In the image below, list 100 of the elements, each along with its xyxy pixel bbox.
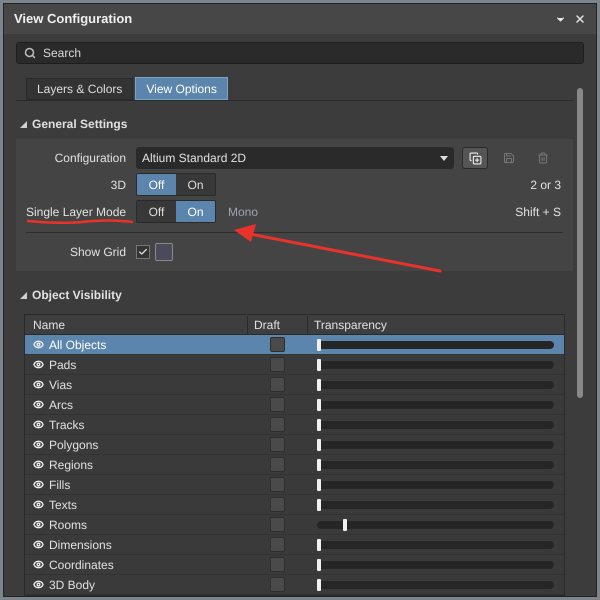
- eye-icon[interactable]: [33, 379, 44, 390]
- collapse-triangle-icon[interactable]: [20, 120, 27, 128]
- slider-thumb[interactable]: [317, 398, 321, 410]
- slider-thumb[interactable]: [317, 558, 321, 570]
- table-row[interactable]: Vias: [25, 375, 564, 395]
- grid-color-swatch[interactable]: [155, 243, 173, 261]
- slider-thumb[interactable]: [317, 338, 321, 350]
- draft-checkbox[interactable]: [270, 397, 284, 412]
- slider-thumb[interactable]: [317, 458, 321, 470]
- transparency-slider[interactable]: [317, 400, 554, 408]
- section-title: General Settings: [32, 116, 128, 133]
- eye-icon[interactable]: [33, 459, 44, 470]
- table-row[interactable]: Coordinates: [25, 555, 564, 575]
- object-name: Polygons: [49, 436, 98, 454]
- column-header[interactable]: Transparency: [307, 316, 564, 334]
- dropdown-value: Altium Standard 2D: [142, 150, 248, 167]
- tab[interactable]: View Options: [135, 77, 228, 100]
- object-name: Texts: [49, 496, 78, 514]
- eye-icon[interactable]: [33, 399, 44, 410]
- eye-icon[interactable]: [33, 539, 44, 550]
- window-title: View Configuration: [14, 10, 132, 28]
- transparency-slider[interactable]: [317, 360, 554, 368]
- slider-thumb[interactable]: [317, 478, 321, 490]
- draft-checkbox[interactable]: [270, 557, 284, 572]
- transparency-slider[interactable]: [317, 500, 554, 508]
- eye-icon[interactable]: [33, 559, 44, 570]
- toggle-option[interactable]: Off: [137, 174, 176, 195]
- table-row[interactable]: Arcs: [25, 395, 564, 415]
- scrollbar-thumb[interactable]: [577, 88, 583, 398]
- add-copy-icon: [468, 152, 482, 164]
- object-name: All Objects: [49, 336, 106, 354]
- tab[interactable]: Layers & Colors: [26, 78, 134, 100]
- draft-checkbox[interactable]: [270, 477, 284, 492]
- transparency-slider[interactable]: [317, 560, 554, 568]
- object-name: Tracks: [49, 416, 85, 434]
- object-name: Vias: [49, 376, 72, 394]
- slider-thumb[interactable]: [317, 358, 321, 370]
- draft-checkbox[interactable]: [270, 437, 284, 452]
- draft-checkbox[interactable]: [270, 337, 284, 352]
- table-row[interactable]: Tracks: [25, 415, 564, 435]
- section-title: Object Visibility: [32, 287, 122, 304]
- draft-checkbox[interactable]: [270, 577, 284, 592]
- transparency-slider[interactable]: [317, 580, 554, 588]
- close-icon[interactable]: [574, 13, 586, 25]
- eye-icon[interactable]: [33, 479, 44, 490]
- eye-icon[interactable]: [33, 499, 44, 510]
- slider-thumb[interactable]: [317, 378, 321, 390]
- field-label: Configuration: [54, 150, 127, 167]
- table-row[interactable]: 3D Body: [25, 575, 564, 595]
- table-row[interactable]: Dimensions: [25, 535, 564, 555]
- transparency-slider[interactable]: [317, 480, 554, 488]
- trash-icon: [537, 152, 549, 164]
- draft-checkbox[interactable]: [270, 517, 284, 532]
- object-name: Dimensions: [49, 536, 112, 554]
- draft-checkbox[interactable]: [270, 377, 284, 392]
- table-row[interactable]: Rooms: [25, 515, 564, 535]
- field-label: Single Layer Mode: [26, 204, 128, 220]
- draft-checkbox[interactable]: [270, 537, 284, 552]
- column-header[interactable]: Draft: [247, 316, 307, 334]
- toggle-option[interactable]: Off: [137, 201, 176, 222]
- draft-checkbox[interactable]: [270, 457, 284, 472]
- add-config-button[interactable]: [462, 147, 488, 169]
- checkbox[interactable]: [136, 245, 150, 259]
- table-row[interactable]: Fills: [25, 475, 564, 495]
- transparency-slider[interactable]: [317, 540, 554, 548]
- slider-thumb[interactable]: [317, 538, 321, 550]
- slider-thumb[interactable]: [317, 578, 321, 590]
- search-icon: [24, 47, 36, 59]
- transparency-slider[interactable]: [317, 340, 554, 348]
- table-row[interactable]: Pads: [25, 355, 564, 375]
- toggle-option[interactable]: On: [176, 174, 215, 195]
- configuration-dropdown[interactable]: Altium Standard 2D: [136, 147, 454, 169]
- slider-thumb[interactable]: [317, 498, 321, 510]
- slider-thumb[interactable]: [342, 518, 347, 530]
- transparency-slider[interactable]: [317, 520, 554, 528]
- transparency-slider[interactable]: [317, 440, 554, 448]
- draft-checkbox[interactable]: [270, 357, 284, 372]
- collapse-triangle-icon[interactable]: [20, 292, 27, 298]
- transparency-slider[interactable]: [317, 460, 554, 468]
- transparency-slider[interactable]: [317, 380, 554, 388]
- eye-icon[interactable]: [33, 519, 44, 530]
- eye-icon[interactable]: [33, 419, 44, 430]
- search-field[interactable]: Search: [16, 42, 584, 64]
- table-row[interactable]: Texts: [25, 495, 564, 515]
- draft-checkbox[interactable]: [270, 417, 284, 432]
- object-name: Rooms: [49, 516, 88, 534]
- table-row[interactable]: Regions: [25, 455, 564, 475]
- toggle-option[interactable]: On: [176, 201, 215, 222]
- table-row[interactable]: Polygons: [25, 435, 564, 455]
- shortcut-text: 2 or 3: [530, 176, 562, 194]
- eye-icon[interactable]: [33, 579, 44, 590]
- slider-thumb[interactable]: [317, 438, 321, 450]
- slider-thumb[interactable]: [317, 418, 321, 430]
- transparency-slider[interactable]: [317, 420, 554, 428]
- mono-label: Mono: [228, 204, 258, 220]
- eye-icon[interactable]: [33, 359, 44, 370]
- eye-icon[interactable]: [33, 439, 44, 450]
- table-row[interactable]: All Objects: [25, 335, 564, 355]
- column-header[interactable]: Name: [25, 316, 247, 334]
- draft-checkbox[interactable]: [270, 497, 284, 512]
